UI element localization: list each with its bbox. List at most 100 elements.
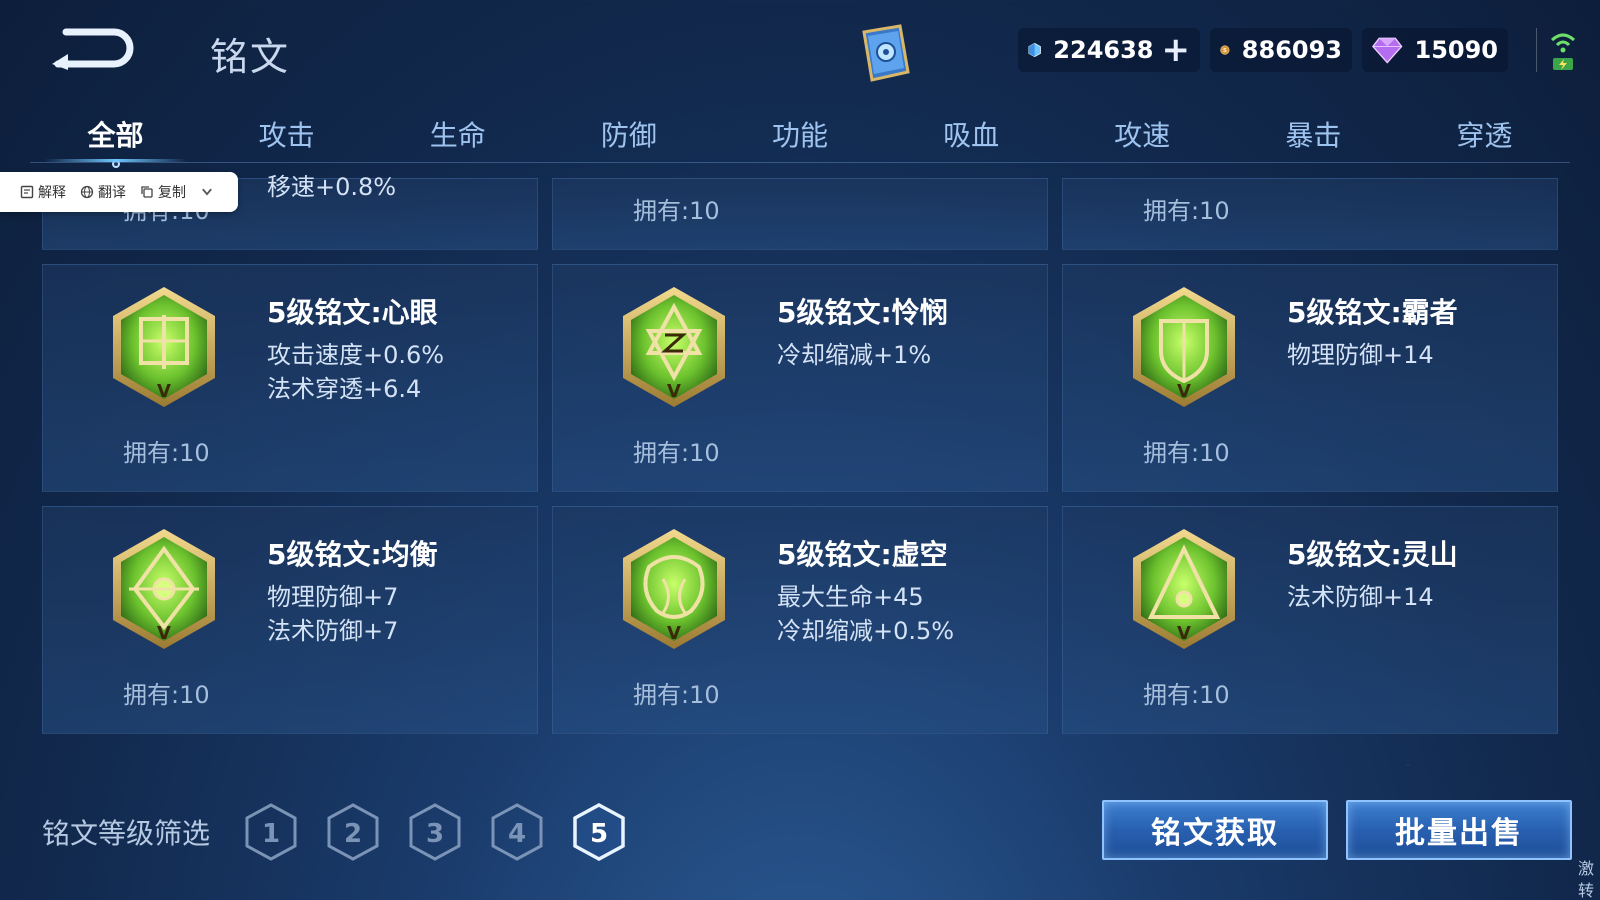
owned-count: 拥有:10 (123, 681, 210, 709)
inscription-emblem-icon: V (623, 287, 725, 407)
get-inscription-button[interactable]: 铭文获取 (1102, 800, 1328, 860)
inscription-card-junheng[interactable]: V 5级铭文:均衡 物理防御+7 法术防御+7 拥有:10 (42, 506, 538, 734)
translate-label: 翻译 (98, 185, 126, 201)
inscription-attribute: 攻击速度+0.6% (267, 341, 445, 369)
level-filter-5[interactable]: 5 (572, 802, 626, 862)
tab-label: 功能 (771, 119, 828, 152)
inscription-emblem-icon: V (1133, 287, 1235, 407)
owned-count: 拥有:10 (633, 681, 720, 709)
gem-amount: 224638 (1053, 36, 1154, 64)
tab-label: 生命 (429, 119, 486, 152)
inscription-name: 5级铭文:心眼 (267, 296, 438, 329)
owned-count: 拥有:10 (1143, 681, 1230, 709)
inscription-card-bazhe[interactable]: V 5级铭文:霸者 物理防御+14 拥有:10 (1062, 264, 1558, 492)
inscription-card-xinyan[interactable]: V 5级铭文:心眼 攻击速度+0.6% 法术穿透+6.4 拥有:10 (42, 264, 538, 492)
tab-attack-speed[interactable]: 攻速 (1057, 104, 1228, 164)
gold-amount: 886093 (1241, 36, 1342, 64)
tab-label: 防御 (600, 119, 657, 152)
level-filter-label: 铭文等级筛选 (42, 817, 211, 850)
inscription-card-lianmin[interactable]: V 5级铭文:怜悯 冷却缩减+1% 拥有:10 (552, 264, 1048, 492)
inscription-emblem-icon: V (1133, 529, 1235, 649)
owned-count: 拥有:10 (633, 439, 720, 467)
tab-lifesteal[interactable]: 吸血 (886, 104, 1057, 164)
svg-text:V: V (1177, 381, 1191, 402)
inscription-name: 5级铭文:霸者 (1287, 296, 1458, 329)
translate-button[interactable]: 翻译 (80, 182, 126, 202)
page-title: 铭文 (210, 35, 291, 79)
chevron-down-icon[interactable] (200, 185, 214, 199)
owned-count: 拥有:10 (1143, 197, 1230, 225)
tab-all[interactable]: 全部 (30, 104, 201, 168)
diamond-icon (1372, 37, 1403, 64)
wifi-battery-icon (1550, 33, 1576, 70)
corner-watermark-text: 激转 (1578, 859, 1595, 900)
tab-function[interactable]: 功能 (714, 104, 885, 164)
tabs-divider (30, 162, 1570, 163)
explain-button[interactable]: 解释 (20, 182, 66, 202)
svg-text:V: V (667, 381, 681, 402)
inscription-card-xukong[interactable]: V 5级铭文:虚空 最大生命+45 冷却缩减+0.5% 拥有:10 (552, 506, 1048, 734)
gold-currency: S 886093 (1210, 28, 1352, 72)
svg-text:V: V (1177, 623, 1191, 644)
inscription-book-icon[interactable] (852, 22, 918, 84)
tab-health[interactable]: 生命 (372, 104, 543, 164)
tab-label: 全部 (87, 119, 144, 152)
owned-count: 拥有:10 (1143, 439, 1230, 467)
explain-icon (20, 185, 34, 199)
globe-icon (80, 185, 94, 199)
inscription-attribute: 物理防御+14 (1287, 341, 1434, 369)
svg-text:V: V (157, 623, 171, 644)
copy-label: 复制 (158, 185, 186, 201)
level-filter-4[interactable]: 4 (490, 802, 544, 862)
card-attribute: 移速+0.8% (267, 173, 397, 201)
tab-penetration[interactable]: 穿透 (1399, 104, 1570, 164)
tab-label: 暴击 (1285, 119, 1342, 152)
inscription-emblem-icon: V (113, 529, 215, 649)
level-filter-1[interactable]: 1 (244, 802, 298, 862)
tab-critical[interactable]: 暴击 (1228, 104, 1399, 164)
tab-label: 穿透 (1456, 119, 1513, 152)
inscription-attribute: 法术穿透+6.4 (267, 375, 422, 403)
category-tabs: 全部 攻击 生命 防御 功能 吸血 攻速 暴击 穿透 (30, 104, 1570, 168)
inscription-card-lingshan[interactable]: V 5级铭文:灵山 法术防御+14 拥有:10 (1062, 506, 1558, 734)
level-number: 5 (590, 819, 608, 849)
inscription-card-partial[interactable]: 拥有:10 (1062, 178, 1558, 250)
crystal-icon (1028, 42, 1041, 58)
inscription-name: 5级铭文:怜悯 (777, 296, 948, 329)
gem-currency: 224638 + (1018, 28, 1200, 72)
header: 铭文 224638 + S 886093 15090 (0, 0, 1600, 100)
copy-button[interactable]: 复制 (140, 182, 186, 202)
level-number: 4 (508, 819, 526, 849)
tab-label: 吸血 (943, 119, 1000, 152)
back-arrow-icon[interactable] (48, 22, 134, 72)
level-filter-3[interactable]: 3 (408, 802, 462, 862)
owned-count: 拥有:10 (633, 197, 720, 225)
svg-text:V: V (157, 381, 171, 402)
add-gem-button[interactable]: + (1162, 33, 1191, 67)
tab-label: 攻速 (1114, 119, 1171, 152)
tab-label: 攻击 (258, 119, 315, 152)
gold-coin-icon: S (1220, 45, 1230, 55)
diamond-currency: 15090 (1362, 28, 1508, 72)
explain-label: 解释 (38, 185, 66, 201)
level-number: 2 (344, 819, 362, 849)
inscription-attribute: 法术防御+14 (1287, 583, 1434, 611)
copy-icon (141, 186, 153, 198)
inscription-name: 5级铭文:灵山 (1287, 538, 1458, 571)
text-selection-toolbar: 解释 翻译 复制 (0, 172, 238, 212)
inscription-name: 5级铭文:虚空 (777, 538, 948, 571)
inscription-attribute: 法术防御+7 (267, 617, 399, 645)
svg-text:V: V (667, 623, 681, 644)
inscription-attribute: 冷却缩减+1% (777, 341, 932, 369)
diamond-amount: 15090 (1414, 36, 1499, 64)
level-number: 3 (426, 819, 444, 849)
tab-attack[interactable]: 攻击 (201, 104, 372, 164)
header-divider (1536, 28, 1537, 72)
tab-defense[interactable]: 防御 (543, 104, 714, 164)
bulk-sell-button[interactable]: 批量出售 (1346, 800, 1572, 860)
level-number: 1 (262, 819, 280, 849)
svg-text:S: S (1223, 48, 1227, 54)
inscription-name: 5级铭文:均衡 (267, 538, 438, 571)
inscription-card-partial[interactable]: 拥有:10 (552, 178, 1048, 250)
level-filter-2[interactable]: 2 (326, 802, 380, 862)
